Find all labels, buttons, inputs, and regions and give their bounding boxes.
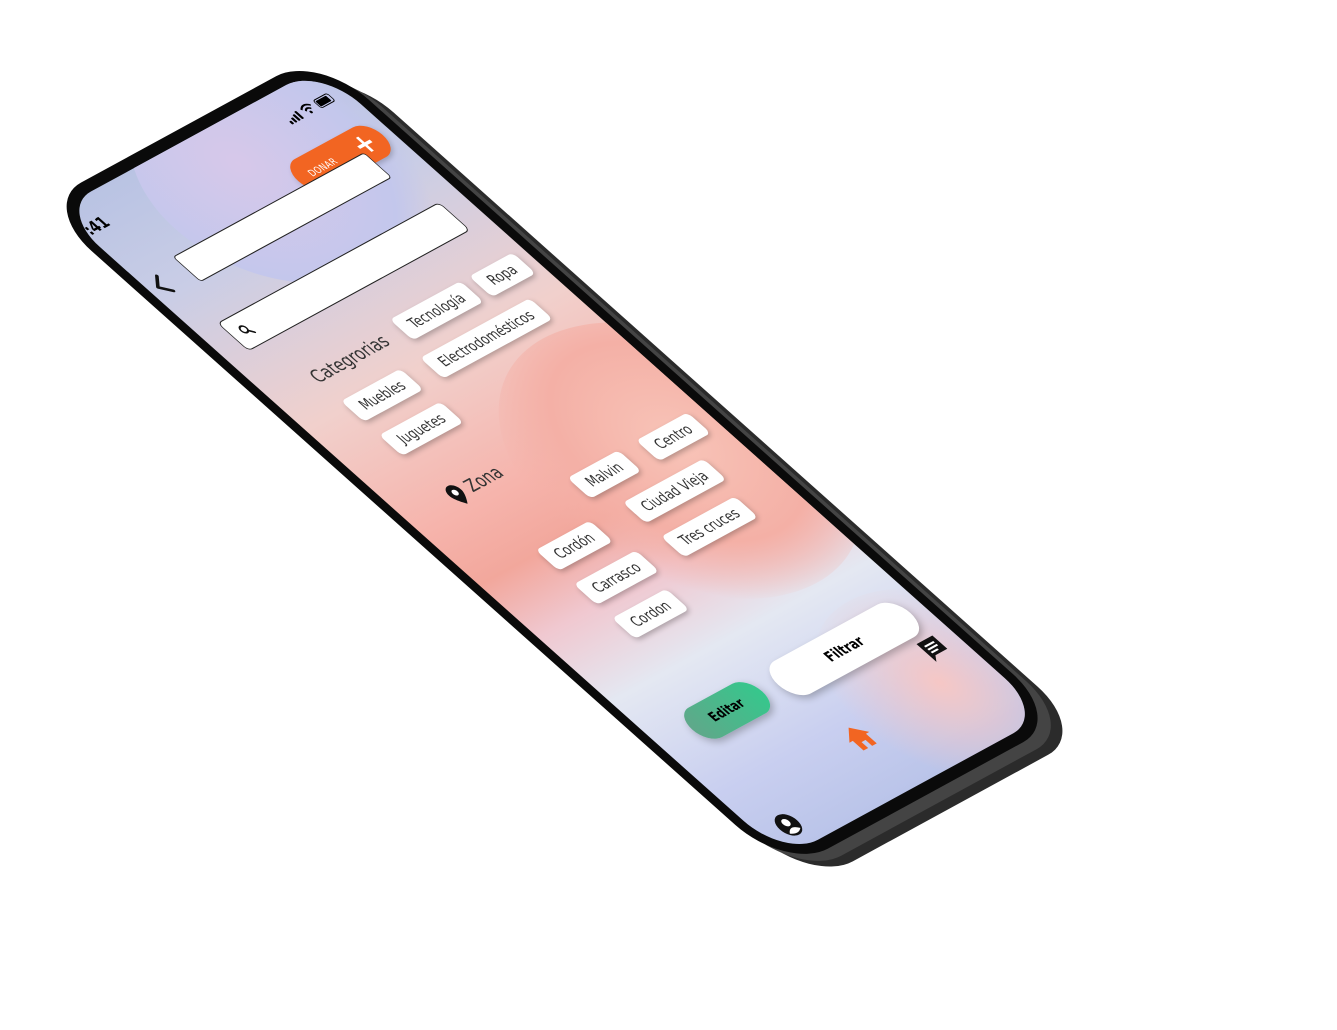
category-chip-ropa[interactable]: Ropa <box>468 252 536 298</box>
edit-button[interactable]: Editar <box>675 676 779 745</box>
status-time: 9:41 <box>70 213 116 244</box>
profile-icon[interactable] <box>768 809 810 840</box>
phone-screen: 9:41 DONAR + Categrorias Tecnología Ropa… <box>57 67 1047 858</box>
home-icon[interactable] <box>836 720 883 754</box>
phone-frame: 9:41 DONAR + Categrorias Tecnología Ropa… <box>40 53 1065 872</box>
stage: 9:41 DONAR + Categrorias Tecnología Ropa… <box>0 0 1337 1030</box>
phone-mockup: 9:41 DONAR + Categrorias Tecnología Ropa… <box>40 53 1090 884</box>
zone-chip-cordon-2[interactable]: Cordon <box>611 588 690 639</box>
chevron-left-icon[interactable] <box>143 272 179 299</box>
zone-label: Zona <box>458 462 510 497</box>
search-icon <box>238 325 257 334</box>
category-chip-muebles[interactable]: Muebles <box>340 368 424 422</box>
category-chip-juguetes[interactable]: Juguetes <box>379 401 464 456</box>
